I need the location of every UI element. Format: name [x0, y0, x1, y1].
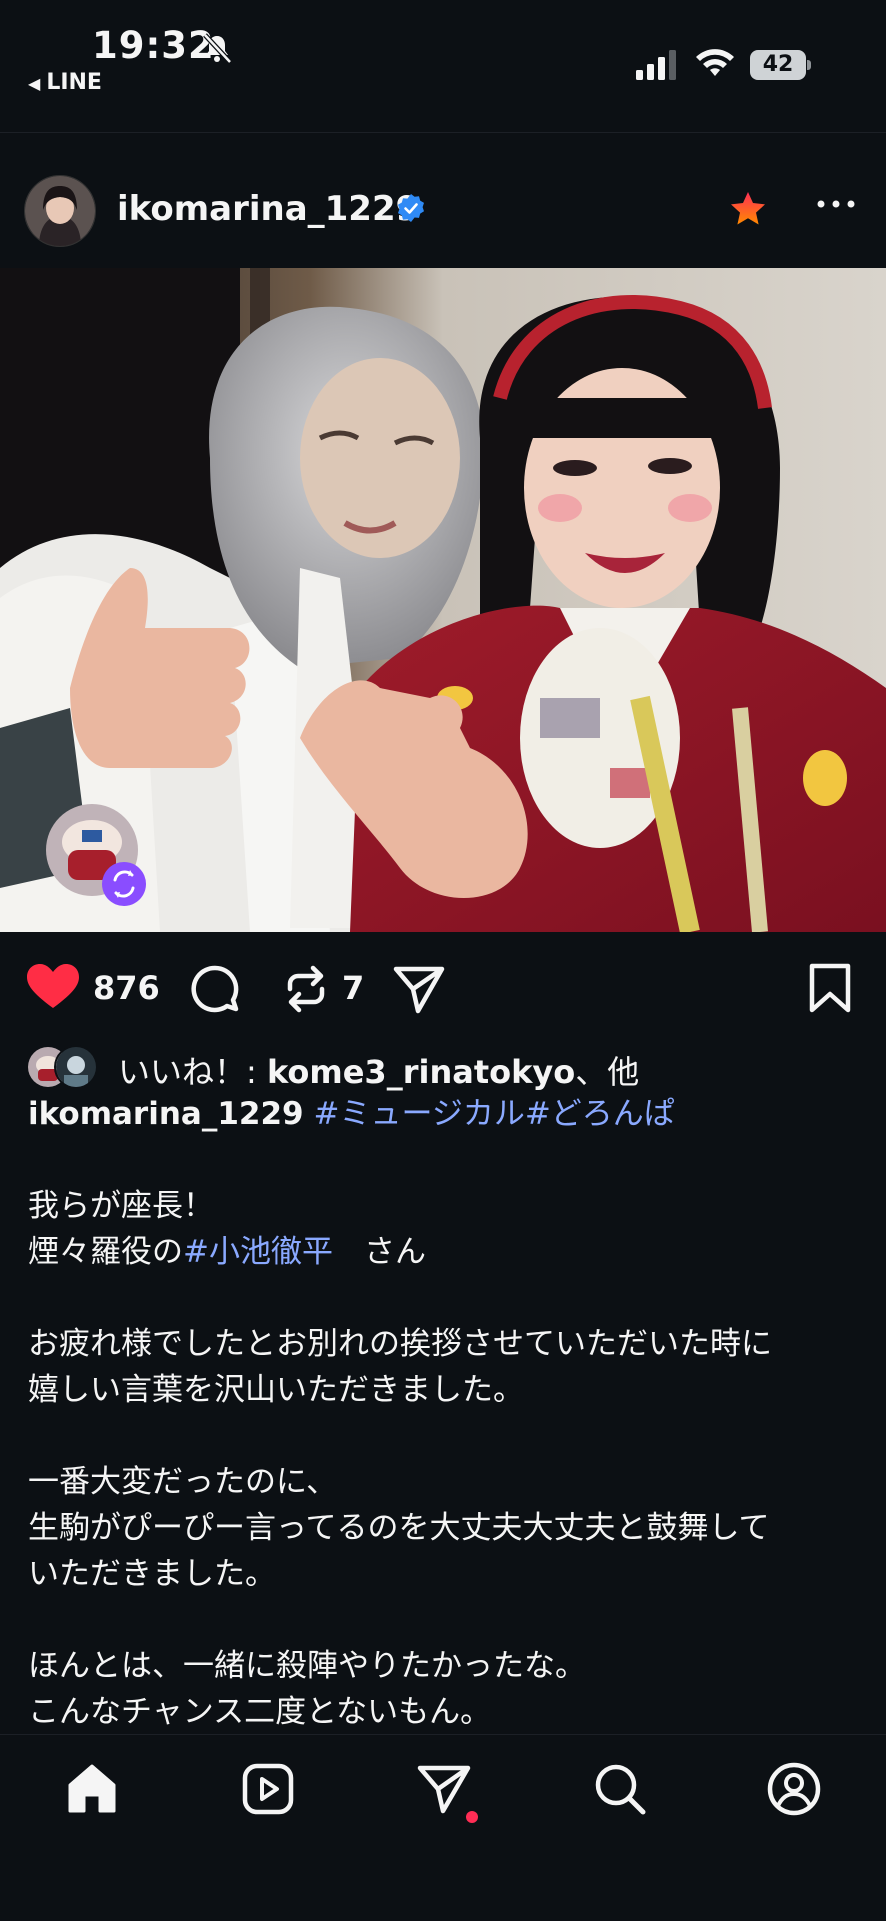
share-send-icon[interactable] [392, 963, 446, 1015]
repost-count[interactable]: 7 [342, 969, 364, 1007]
liker-avatar [54, 1045, 98, 1089]
caption-line: さん [332, 1234, 426, 1270]
direct-messages-icon[interactable] [416, 1761, 472, 1817]
liked-by-user[interactable]: kome3_rinatokyo [267, 1053, 575, 1091]
verified-badge-icon [398, 194, 424, 222]
caption-line: こんなチャンス二度とないもん。 [28, 1694, 492, 1730]
caption-hashtag[interactable]: #小池徹平 [183, 1234, 333, 1270]
status-time: 19:32 [92, 24, 215, 67]
liked-by-text: いいね！: kome3_rinatokyo、他 [118, 1047, 639, 1093]
like-count[interactable]: 876 [93, 969, 160, 1007]
liked-by-row[interactable]: いいね！: kome3_rinatokyo、他 [26, 1043, 866, 1091]
cellular-signal-icon [636, 50, 676, 80]
caption-line: お疲れ様でしたとお別れの挨拶させていただいた時に [28, 1326, 772, 1362]
wifi-icon [696, 49, 734, 76]
status-bar: 19:32 ◀ LINE 42 [0, 0, 886, 132]
post-header: ikomarina_1229 [0, 133, 886, 268]
more-options-icon[interactable] [816, 197, 856, 211]
like-heart-icon[interactable] [27, 964, 79, 1010]
caption-line: 嬉しい言葉を沢山いただきました。 [28, 1372, 524, 1408]
home-icon[interactable] [64, 1761, 120, 1817]
reels-icon[interactable] [240, 1761, 296, 1817]
caption-line: 煙々羅役の [28, 1234, 183, 1270]
caption-hashtags[interactable]: #ミュージカル#どろんぱ [313, 1096, 674, 1132]
caption-line: 我らが座長！ [28, 1188, 214, 1224]
caption-line: いただきました。 [28, 1556, 276, 1592]
post-caption: ikomarina_1229 #ミュージカル#どろんぱ 我らが座長！ 煙々羅役の… [28, 1091, 868, 1735]
search-icon[interactable] [592, 1761, 648, 1817]
notification-dot [466, 1811, 478, 1823]
silent-bell-icon [203, 33, 232, 64]
repost-avatar-badge[interactable] [42, 800, 152, 910]
caption-username[interactable]: ikomarina_1229 [28, 1096, 304, 1132]
caption-line: ほんとは、一緒に殺陣やりたかったな。 [28, 1648, 586, 1684]
back-to-app[interactable]: ◀ LINE [28, 70, 102, 95]
bottom-navigation [0, 1734, 886, 1921]
caption-line: 一番大変だったのに、 [28, 1464, 338, 1500]
caption-line: 生駒がぴーぴー言ってるのを大丈夫大丈夫と鼓舞して [28, 1510, 770, 1546]
liked-by-prefix: いいね！: [118, 1053, 267, 1091]
author-username[interactable]: ikomarina_1229 [117, 189, 419, 229]
liked-by-suffix: 、他 [575, 1053, 640, 1091]
profile-icon[interactable] [766, 1761, 822, 1817]
comment-icon[interactable] [190, 964, 240, 1014]
battery-indicator: 42 [750, 50, 811, 80]
bookmark-icon[interactable] [808, 963, 852, 1013]
author-avatar[interactable] [24, 175, 96, 247]
battery-level: 42 [750, 50, 806, 80]
post-actions: 876 7 [0, 955, 886, 1025]
favorite-star-icon[interactable] [728, 189, 768, 229]
repost-icon[interactable] [280, 963, 332, 1015]
back-app-label: LINE [46, 70, 102, 95]
